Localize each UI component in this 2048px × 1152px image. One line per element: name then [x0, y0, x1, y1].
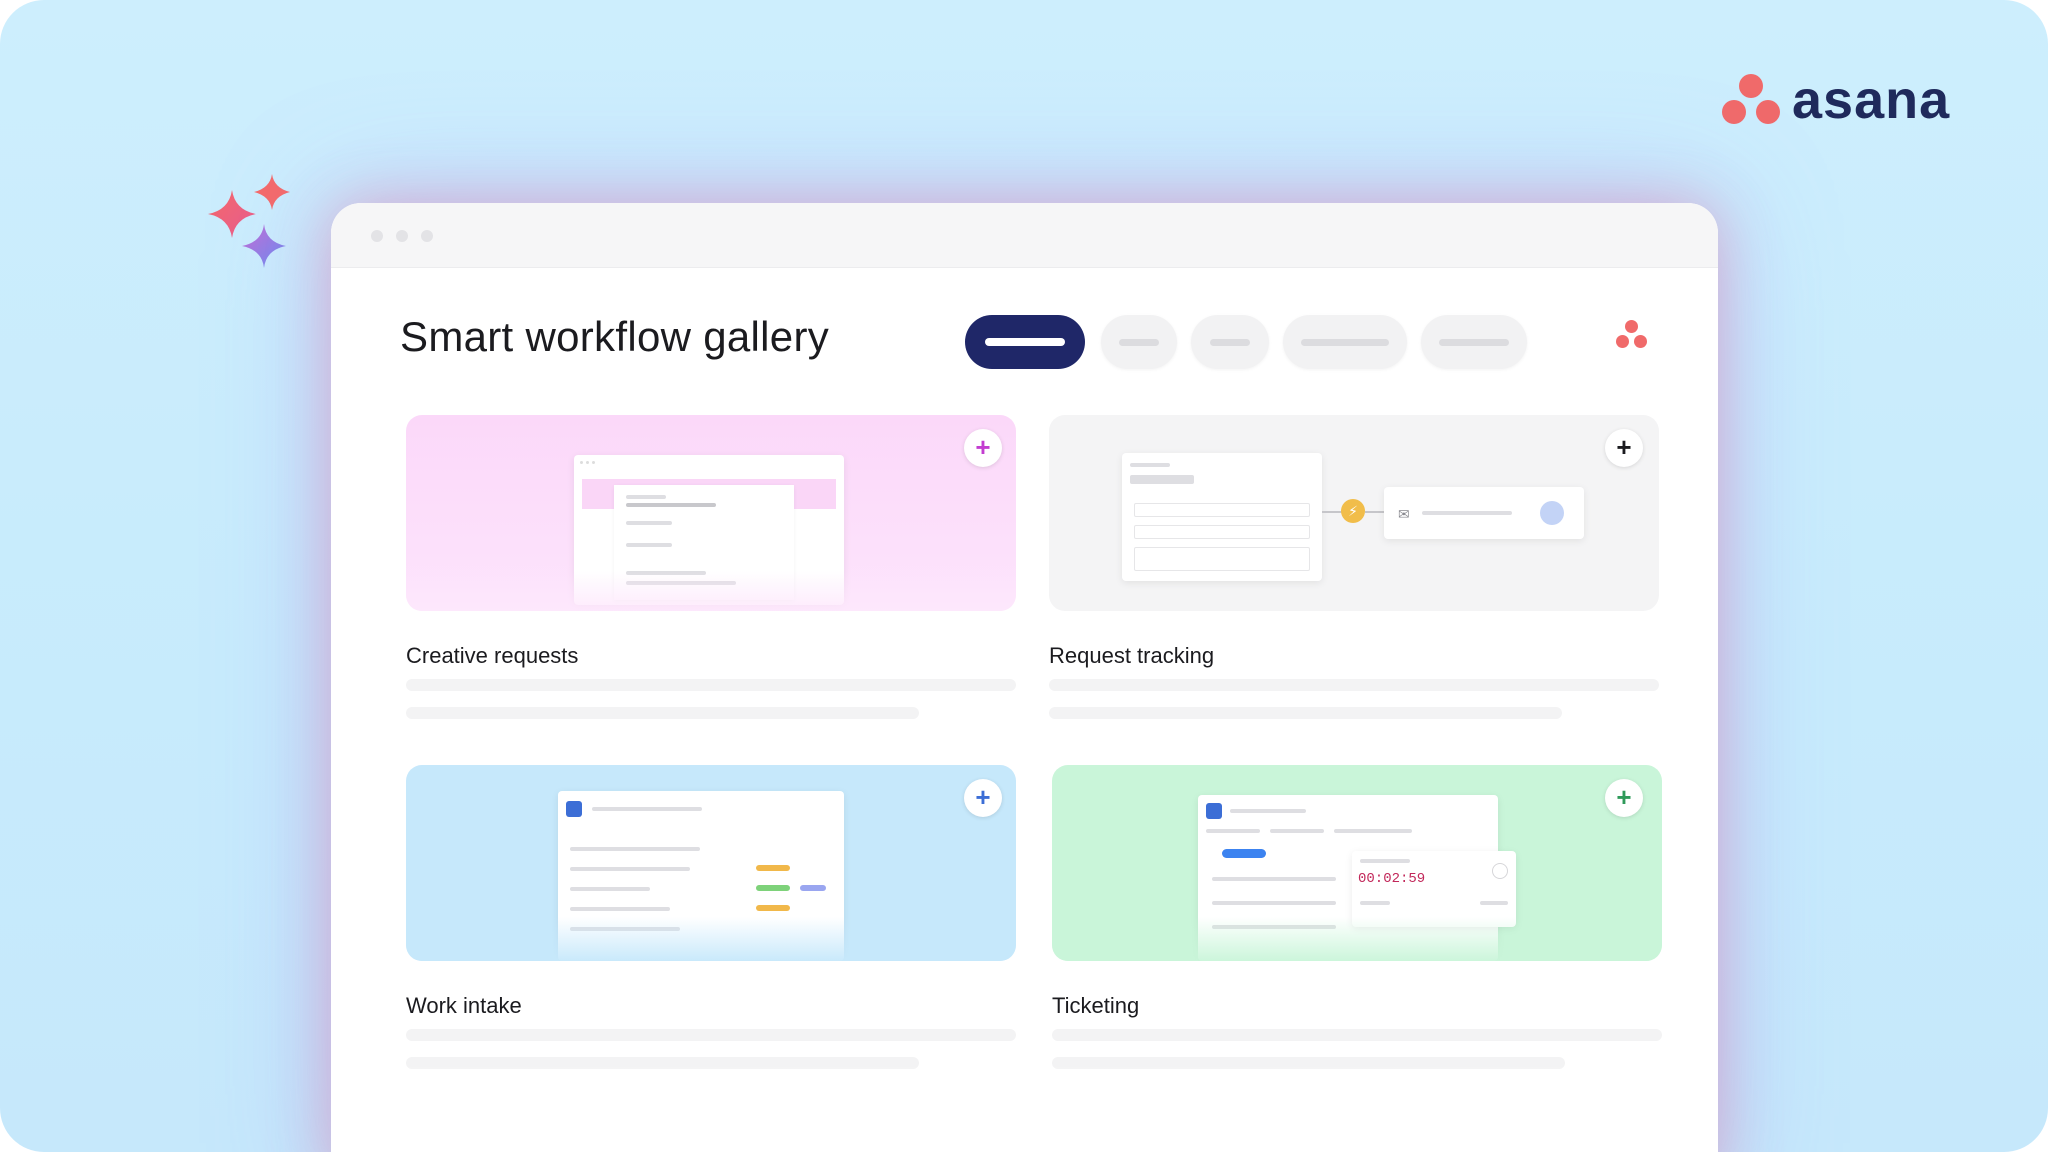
- add-plus-icon[interactable]: +: [964, 779, 1002, 817]
- asana-logo: asana: [1722, 72, 1950, 128]
- mail-icon: ✉: [1398, 506, 1410, 522]
- card-title: Ticketing: [1052, 993, 1140, 1018]
- card-description-line: [406, 707, 919, 719]
- filter-pill-active[interactable]: [965, 315, 1085, 369]
- card-thumbnail: 00:02:59 +: [1052, 765, 1662, 961]
- card-thumbnail: ⚡ ✉ +: [1049, 415, 1659, 611]
- card-description-line: [406, 679, 1016, 691]
- card-title: Work intake: [406, 993, 522, 1018]
- card-title: Creative requests: [406, 643, 579, 668]
- window-minimize-control[interactable]: [396, 230, 408, 242]
- lightning-icon: ⚡: [1341, 499, 1365, 523]
- app-icon: [566, 801, 582, 817]
- filter-pill-3[interactable]: [1191, 315, 1269, 369]
- add-plus-icon[interactable]: +: [1605, 779, 1643, 817]
- asana-dots-icon: [1722, 74, 1780, 126]
- filter-pill-2[interactable]: [1101, 315, 1177, 369]
- brand-wordmark: asana: [1792, 70, 1951, 130]
- card-description-line: [1049, 679, 1659, 691]
- window-maximize-control[interactable]: [421, 230, 433, 242]
- sparkles-icon: [208, 174, 290, 268]
- card-description-line: [406, 1029, 1016, 1041]
- workflow-card-ticketing[interactable]: 00:02:59 + Ticketing: [1052, 765, 1662, 1085]
- card-description-line: [1052, 1029, 1662, 1041]
- avatar-icon: [1540, 501, 1564, 525]
- add-plus-icon[interactable]: +: [964, 429, 1002, 467]
- settings-icon: [1492, 863, 1508, 879]
- filter-pill-4[interactable]: [1283, 315, 1407, 369]
- background-stage: asana Smart workflow gallery + Creative …: [0, 0, 2048, 1152]
- page-title: Smart workflow gallery: [400, 313, 830, 360]
- app-window: Smart workflow gallery + Creative reques…: [331, 203, 1718, 1152]
- app-icon: [1206, 803, 1222, 819]
- window-close-control[interactable]: [371, 230, 383, 242]
- card-thumbnail: +: [406, 415, 1016, 611]
- workflow-card-request-tracking[interactable]: ⚡ ✉ + Request tracking: [1049, 415, 1659, 735]
- card-title: Request tracking: [1049, 643, 1215, 668]
- add-plus-icon[interactable]: +: [1605, 429, 1643, 467]
- bottom-fade: [331, 1063, 1718, 1152]
- window-titlebar: [331, 203, 1718, 268]
- timer-display: 00:02:59: [1358, 871, 1426, 887]
- workflow-card-work-intake[interactable]: + Work intake: [406, 765, 1016, 1085]
- filter-pill-5[interactable]: [1421, 315, 1527, 369]
- asana-mini-logo-icon: [1615, 319, 1649, 351]
- card-description-line: [1049, 707, 1562, 719]
- workflow-card-creative-requests[interactable]: + Creative requests: [406, 415, 1016, 735]
- card-thumbnail: +: [406, 765, 1016, 961]
